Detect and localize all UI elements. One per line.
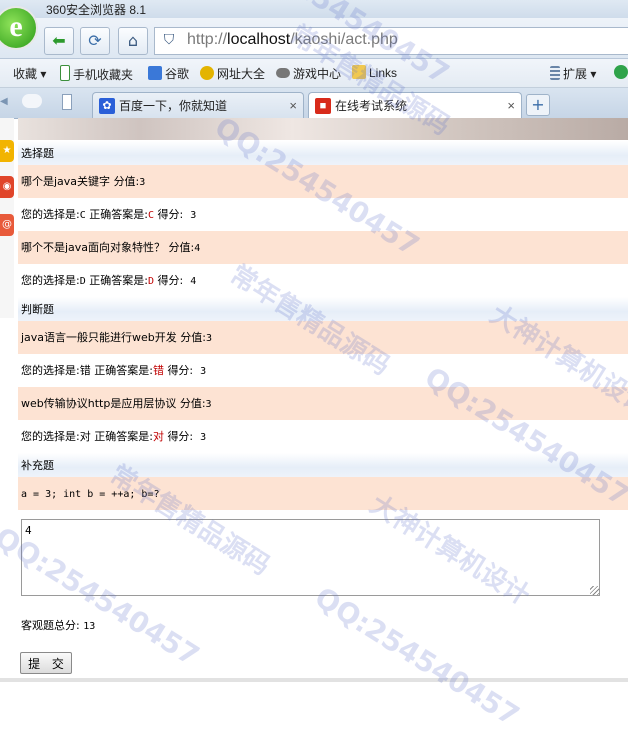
answer-row: 您的选择是:错 正确答案是:错 得分: 3 xyxy=(18,354,628,387)
back-button[interactable]: ⬅ xyxy=(44,27,74,55)
tab-close-icon[interactable]: × xyxy=(289,93,297,119)
section-title: 选择题 xyxy=(18,141,628,165)
side-weibo-icon[interactable]: ◉ xyxy=(0,176,14,198)
extension-badge-icon[interactable] xyxy=(614,65,628,80)
star-icon xyxy=(4,66,10,80)
watermark-text: QQ:254540457 xyxy=(309,580,526,733)
bookmark-site-directory[interactable]: 网址大全 xyxy=(200,65,265,82)
phone-icon xyxy=(60,65,70,81)
home-icon: ⌂ xyxy=(127,31,139,50)
folder-icon xyxy=(352,65,366,79)
question-row: 哪个是java关键字 分值:3 xyxy=(18,165,628,198)
window-titlebar: 360安全浏览器 8.1 xyxy=(0,0,628,18)
exam-site-icon: ■ xyxy=(315,98,331,114)
shield-icon: ⛉ xyxy=(163,32,175,48)
grid-icon xyxy=(550,66,560,80)
textarea-resize-handle[interactable] xyxy=(590,586,599,595)
status-bar xyxy=(0,678,628,682)
tab-exam-system[interactable]: ■ 在线考试系统 × xyxy=(308,92,522,119)
question-row: a = 3; int b = ++a; b=? xyxy=(18,477,628,510)
exam-results: 选择题 哪个是java关键字 分值:3 您的选择是:C 正确答案是:C 得分: … xyxy=(18,141,628,510)
submit-button[interactable]: 提 交 xyxy=(20,652,72,674)
objective-total-score: 客观题总分: 13 xyxy=(21,619,96,632)
bookmark-google[interactable]: 谷歌 xyxy=(148,65,189,82)
google-icon xyxy=(148,66,162,80)
side-toolbar: ★ ◉ @ xyxy=(0,118,14,318)
fill-answer-textarea[interactable]: 4 xyxy=(21,519,600,596)
bookmark-game-center[interactable]: 游戏中心 xyxy=(276,65,341,82)
new-tab-button[interactable]: + xyxy=(526,94,550,116)
bookmark-mobile[interactable]: 手机收藏夹 xyxy=(60,65,133,83)
answer-row: 您的选择是:对 正确答案是:对 得分: 3 xyxy=(18,420,628,453)
extensions-button[interactable]: 扩展 ▾ xyxy=(550,65,596,82)
gamepad-icon xyxy=(276,68,290,78)
bookmark-links[interactable]: Links xyxy=(352,65,397,80)
home-button[interactable]: ⌂ xyxy=(118,27,148,55)
phone-sync-icon[interactable] xyxy=(62,94,72,110)
window-title: 360安全浏览器 8.1 xyxy=(46,3,147,17)
tab-baidu[interactable]: ✿ 百度一下，你就知道 × xyxy=(92,92,304,119)
tab-scroll-left-icon[interactable]: ◀ xyxy=(0,96,8,107)
refresh-icon: ⟳ xyxy=(88,31,102,50)
bookmark-favorites[interactable]: 收藏 ▾ xyxy=(4,65,46,82)
section-title: 判断题 xyxy=(18,297,628,321)
side-star-icon[interactable]: ★ xyxy=(0,140,14,162)
site-directory-icon xyxy=(200,66,214,80)
baidu-paw-icon: ✿ xyxy=(99,98,115,114)
back-arrow-icon: ⬅ xyxy=(52,31,66,50)
answer-row: 您的选择是:D 正确答案是:D 得分: 4 xyxy=(18,264,628,297)
tabs-bar: ◀ ✿ 百度一下，你就知道 × ■ 在线考试系统 × + xyxy=(0,88,628,119)
bookmarks-bar: 收藏 ▾ 手机收藏夹 谷歌 网址大全 游戏中心 Links 扩展 ▾ xyxy=(0,59,628,88)
page-banner-image xyxy=(18,118,628,140)
cloud-icon[interactable] xyxy=(22,94,42,108)
question-row: java语言一般只能进行web开发 分值:3 xyxy=(18,321,628,354)
answer-row: 您的选择是:C 正确答案是:C 得分: 3 xyxy=(18,198,628,231)
tab-close-icon[interactable]: × xyxy=(507,93,515,119)
section-title: 补充题 xyxy=(18,453,628,477)
refresh-button[interactable]: ⟳ xyxy=(80,27,110,55)
side-mail-icon[interactable]: @ xyxy=(0,214,14,236)
navigation-bar: ⬅ ⟳ ⌂ ⛉ http://localhost/kaoshi/act.php xyxy=(0,18,628,59)
question-row: web传输协议http是应用层协议 分值:3 xyxy=(18,387,628,420)
address-url[interactable]: http://localhost/kaoshi/act.php xyxy=(187,31,398,49)
question-row: 哪个不是java面向对象特性？ 分值:4 xyxy=(18,231,628,264)
address-bar[interactable]: ⛉ http://localhost/kaoshi/act.php xyxy=(154,27,628,55)
